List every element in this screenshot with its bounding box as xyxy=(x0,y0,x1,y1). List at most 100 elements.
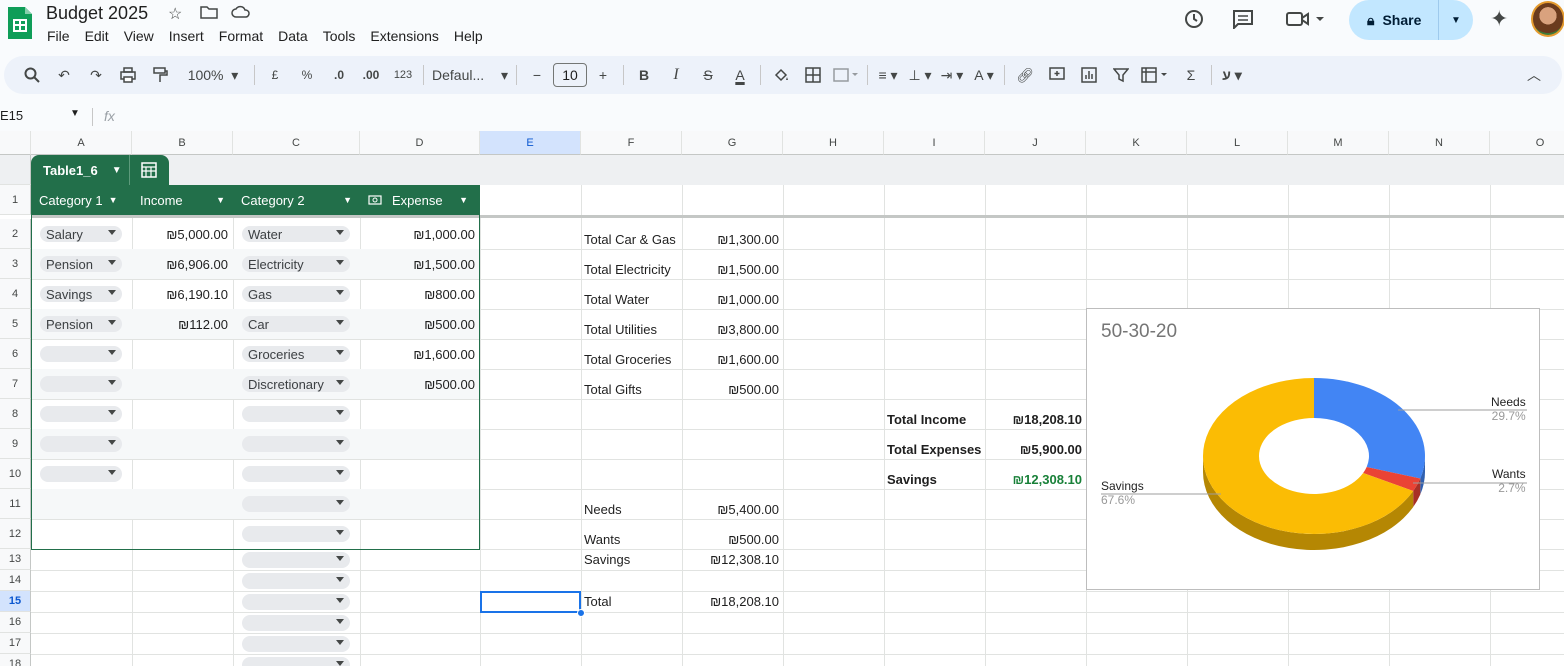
sheets-logo[interactable] xyxy=(6,5,34,41)
category-1-chip[interactable]: Pension xyxy=(40,316,122,332)
slice-needs[interactable] xyxy=(1314,378,1425,479)
column-header-i[interactable]: I xyxy=(884,131,985,155)
category-2-chip[interactable]: Gas xyxy=(242,286,350,302)
cloud-status-icon[interactable] xyxy=(231,5,251,24)
column-header-j[interactable]: J xyxy=(985,131,1086,155)
row-header-1[interactable]: 1 xyxy=(0,185,31,215)
total-label[interactable]: Total xyxy=(584,591,611,612)
star-icon[interactable]: ☆ xyxy=(168,4,182,24)
summary-value[interactable]: ₪500.00 xyxy=(682,374,779,404)
category-1-chip[interactable] xyxy=(40,406,122,422)
redo-icon[interactable]: ↷ xyxy=(82,61,110,89)
category-1-chip[interactable] xyxy=(40,466,122,482)
row-header-17[interactable]: 17 xyxy=(0,633,31,654)
split-value[interactable]: ₪12,308.10 xyxy=(682,549,779,570)
undo-icon[interactable]: ↶ xyxy=(50,61,78,89)
avatar[interactable] xyxy=(1531,1,1564,37)
expense-cell[interactable]: ₪1,000.00 xyxy=(360,219,475,249)
zoom-select[interactable]: 100% ▾ xyxy=(178,61,248,89)
increase-decimal-button[interactable]: .00 xyxy=(357,61,385,89)
row-header-7[interactable]: 7 xyxy=(0,369,31,399)
total-expenses-label[interactable]: Total Expenses xyxy=(887,434,981,464)
insert-link-icon[interactable]: 🔗︎ xyxy=(1011,61,1039,89)
column-header-o[interactable]: O xyxy=(1490,131,1564,155)
column-menu-icon[interactable]: ▼ xyxy=(459,195,468,205)
total-expenses-value[interactable]: ₪5,900.00 xyxy=(985,434,1082,464)
menu-view[interactable]: View xyxy=(124,28,154,44)
summary-value[interactable]: ₪1,600.00 xyxy=(682,344,779,374)
column-menu-icon[interactable]: ▼ xyxy=(216,195,225,205)
savings-label[interactable]: Savings xyxy=(887,464,937,494)
category-2-chip[interactable]: Water xyxy=(242,226,350,242)
category-1-chip[interactable] xyxy=(40,436,122,452)
decrease-font-size-icon[interactable]: − xyxy=(523,61,551,89)
column-header-a[interactable]: A xyxy=(31,131,132,155)
column-menu-icon[interactable]: ▼ xyxy=(109,195,118,205)
menu-extensions[interactable]: Extensions xyxy=(370,28,438,44)
move-folder-icon[interactable] xyxy=(200,5,218,24)
category-2-chip[interactable]: Groceries xyxy=(242,346,350,362)
share-button[interactable]: 🔒︎ Share ▼ xyxy=(1349,0,1473,40)
column-header-f[interactable]: F xyxy=(581,131,682,155)
row-header-13[interactable]: 13 xyxy=(0,549,31,570)
functions-icon[interactable]: Σ xyxy=(1177,61,1205,89)
row-header-14[interactable]: 14 xyxy=(0,570,31,591)
row-header-9[interactable]: 9 xyxy=(0,429,31,459)
horizontal-align-icon[interactable]: ≡ ▾ xyxy=(874,61,902,89)
column-header-l[interactable]: L xyxy=(1187,131,1288,155)
menu-edit[interactable]: Edit xyxy=(85,28,109,44)
category-2-chip[interactable] xyxy=(242,466,350,482)
savings-value[interactable]: ₪12,308.10 xyxy=(985,464,1082,494)
text-rotation-icon[interactable]: A ▾ xyxy=(970,61,998,89)
decrease-decimal-button[interactable]: .0 xyxy=(325,61,353,89)
fill-handle[interactable] xyxy=(577,609,585,617)
split-value[interactable]: ₪5,400.00 xyxy=(682,494,779,524)
strikethrough-icon[interactable]: S xyxy=(694,61,722,89)
summary-label[interactable]: Total Groceries xyxy=(584,344,671,374)
category-1-chip[interactable] xyxy=(40,376,122,392)
menu-file[interactable]: File xyxy=(47,28,70,44)
column-header-g[interactable]: G xyxy=(682,131,783,155)
category-2-chip[interactable] xyxy=(242,496,350,512)
format-currency-button[interactable]: £ xyxy=(261,61,289,89)
split-label[interactable]: Needs xyxy=(584,494,622,524)
bold-icon[interactable]: B xyxy=(630,61,658,89)
table-header-category-2[interactable]: Category 2 ▼ xyxy=(241,185,360,215)
summary-label[interactable]: Total Gifts xyxy=(584,374,642,404)
merge-cells-icon[interactable] xyxy=(831,61,861,89)
column-header-h[interactable]: H xyxy=(783,131,884,155)
input-tools-icon[interactable]: ע ▾ xyxy=(1218,61,1246,89)
version-history-icon[interactable] xyxy=(1183,8,1205,35)
income-cell[interactable]: ₪112.00 xyxy=(132,309,228,339)
font-family-select[interactable]: Defaul... ▾ xyxy=(430,61,510,89)
document-title[interactable]: Budget 2025 xyxy=(46,3,148,24)
row-header-11[interactable]: 11 xyxy=(0,489,31,519)
dropdown-chip[interactable] xyxy=(242,594,350,610)
row-header-15[interactable]: 15 xyxy=(0,591,31,612)
column-header-b[interactable]: B xyxy=(132,131,233,155)
income-cell[interactable]: ₪6,906.00 xyxy=(132,249,228,279)
vertical-align-icon[interactable]: ⊥ ▾ xyxy=(906,61,934,89)
increase-font-size-icon[interactable]: + xyxy=(589,61,617,89)
column-menu-icon[interactable]: ▼ xyxy=(343,195,352,205)
category-2-chip[interactable] xyxy=(242,436,350,452)
category-2-chip[interactable] xyxy=(242,526,350,542)
category-2-chip[interactable]: Car xyxy=(242,316,350,332)
name-box-dropdown-icon[interactable]: ▼ xyxy=(70,108,80,119)
fill-color-icon[interactable] xyxy=(767,61,795,89)
menu-data[interactable]: Data xyxy=(278,28,308,44)
category-2-chip[interactable]: Electricity xyxy=(242,256,350,272)
menu-help[interactable]: Help xyxy=(454,28,483,44)
more-formats-button[interactable]: 123 xyxy=(389,61,417,89)
text-wrapping-icon[interactable]: ⇥ ▾ xyxy=(938,61,966,89)
dropdown-chip[interactable] xyxy=(242,552,350,568)
summary-label[interactable]: Total Utilities xyxy=(584,314,657,344)
comments-icon[interactable] xyxy=(1232,9,1254,34)
table-header-expense[interactable]: Expense ▼ xyxy=(368,185,480,215)
filter-views-icon[interactable] xyxy=(1139,61,1173,89)
spreadsheet-grid[interactable]: A B C D E F G H I J K L M N O 1 2 3 4 5 … xyxy=(0,131,1564,666)
meet-icon[interactable] xyxy=(1286,10,1326,33)
table-settings-icon[interactable] xyxy=(141,162,157,181)
total-income-label[interactable]: Total Income xyxy=(887,404,966,434)
split-label[interactable]: Savings xyxy=(584,549,630,570)
